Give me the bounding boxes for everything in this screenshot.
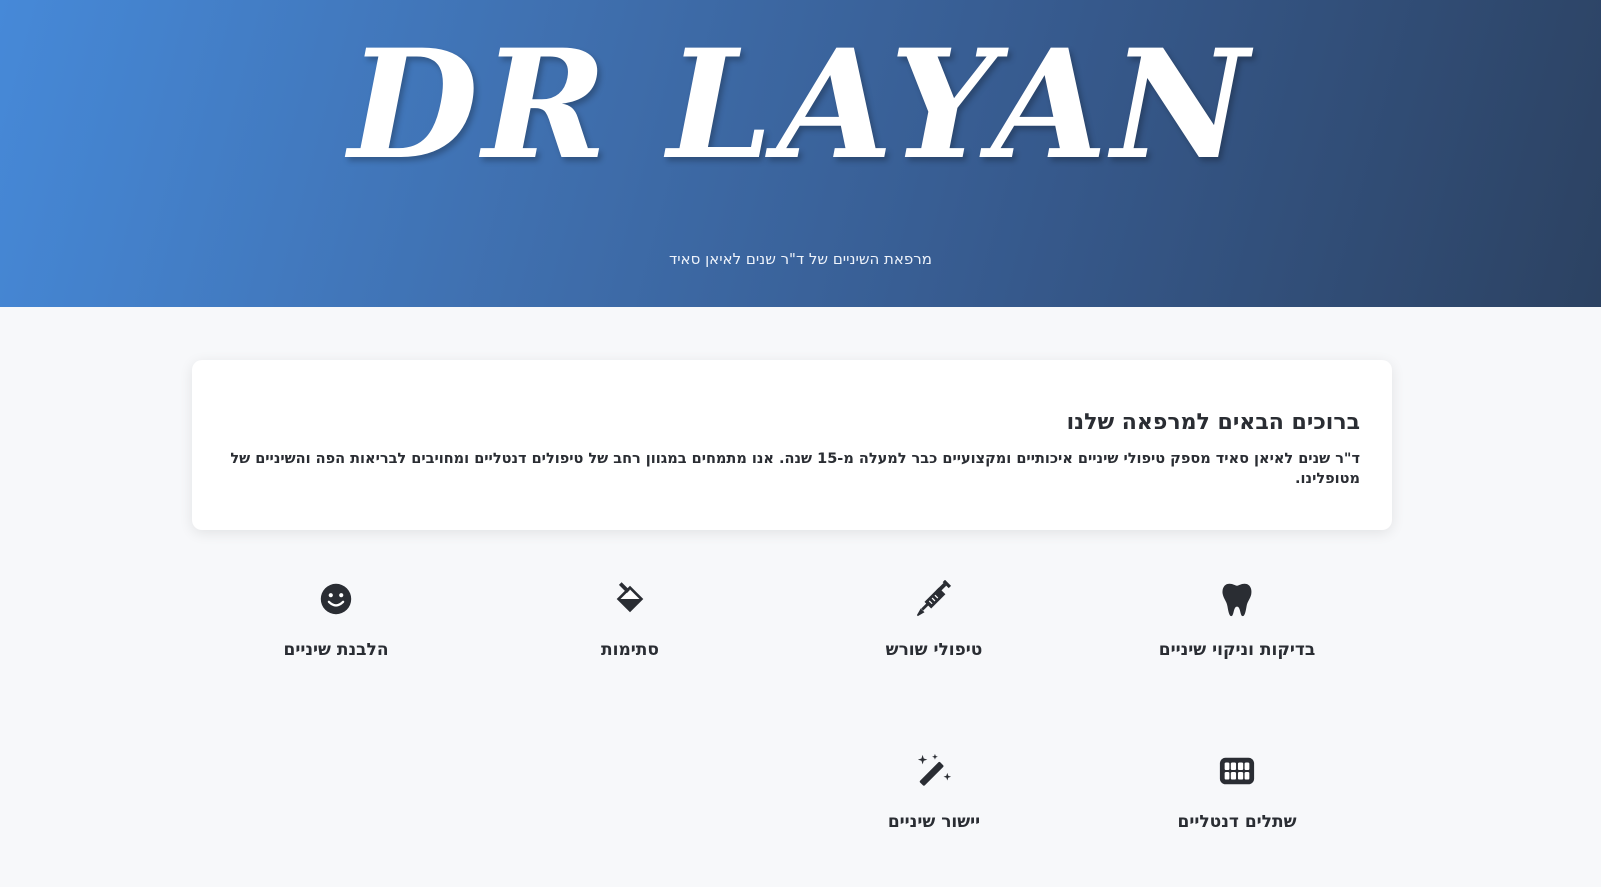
welcome-card: ברוכים הבאים למרפאה שלנו ד"ר שנים לאיאן …	[192, 360, 1392, 530]
hero-header: DR LAYAN מרפאת השיניים של ד"ר שנים לאיאן…	[0, 0, 1601, 307]
service-label: בדיקות וניקוי שיניים	[1158, 640, 1316, 660]
service-implants[interactable]: שתלים דנטליים	[1117, 752, 1357, 832]
fill-drip-icon	[616, 582, 644, 613]
service-whitening[interactable]: הלבנת שיניים	[216, 580, 456, 660]
service-label: סתימות	[601, 640, 659, 660]
service-root-canal[interactable]: טיפולי שורש	[814, 580, 1054, 660]
hero-tagline: מרפאת השיניים של ד"ר שנים לאיאן סאיד	[669, 250, 932, 268]
syringe-icon	[916, 580, 952, 617]
teeth-icon	[1219, 757, 1255, 785]
smile-icon	[320, 583, 352, 615]
service-checkups[interactable]: בדיקות וניקוי שיניים	[1117, 580, 1357, 660]
tooth-icon	[1222, 583, 1252, 617]
service-label: שתלים דנטליים	[1177, 812, 1297, 832]
service-label: יישור שיניים	[887, 812, 981, 832]
service-label: טיפולי שורש	[885, 640, 983, 660]
site-logo-title: DR LAYAN	[348, 17, 1253, 193]
service-fillings[interactable]: סתימות	[510, 580, 750, 660]
welcome-title: ברוכים הבאים למרפאה שלנו	[1066, 410, 1360, 435]
welcome-text: ד"ר שנים לאיאן סאיד מספק טיפולי שיניים א…	[230, 451, 1360, 487]
service-label: הלבנת שיניים	[283, 640, 389, 660]
service-orthodontics[interactable]: יישור שיניים	[814, 752, 1054, 832]
magic-wand-icon	[917, 753, 952, 786]
